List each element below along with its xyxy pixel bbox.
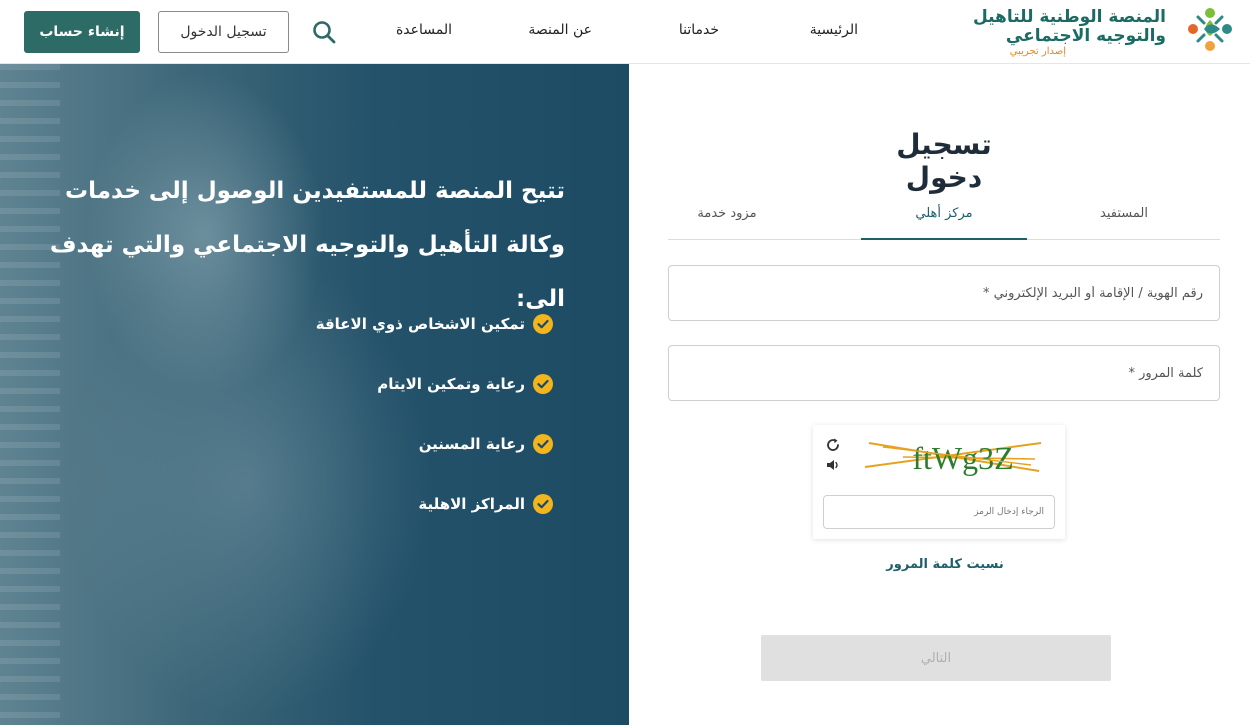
check-circle-icon [533,494,553,514]
register-button[interactable]: إنشاء حساب [24,11,140,53]
check-circle-icon [533,374,553,394]
feature-label: تمكين الاشخاص ذوي الاعاقة [315,315,525,333]
nav-home[interactable]: الرئيسية [810,22,858,38]
feature-item: تمكين الاشخاص ذوي الاعاقة [316,312,553,336]
logo-mark-icon [1188,8,1232,51]
hero-panel: تتيح المنصة للمستفيدين الوصول إلى خدمات … [0,64,629,725]
captcha-image: ftWg3Z [864,440,1042,476]
captcha-code: ftWg3Z [912,440,1013,476]
captcha-input[interactable] [823,495,1055,529]
tab-beneficiary[interactable]: المستفيد [1028,192,1220,240]
logo-title-line2: والتوجيه الاجتماعي [1005,26,1166,46]
check-circle-icon [533,434,553,454]
tab-service-provider[interactable]: مزود خدمة [668,192,786,240]
tab-label: مركز أهلي [915,206,973,221]
id-input[interactable] [669,266,1219,320]
login-title: تسجيل دخول [896,128,992,194]
feature-label: رعاية وتمكين الايتام [377,375,525,393]
check-circle-icon [533,314,553,334]
feature-label: رعاية المسنين [418,435,525,453]
beta-badge: إصدار تجريبي [1009,46,1066,57]
next-button[interactable]: التالي [761,635,1111,681]
login-button[interactable]: تسجيل الدخول [158,11,289,53]
hero-title: تتيح المنصة للمستفيدين الوصول إلى خدمات … [49,178,565,312]
nav-help[interactable]: المساعدة [396,22,452,38]
tab-private-center[interactable]: مركز أهلي [861,192,1027,240]
speaker-icon[interactable] [825,457,841,473]
password-field[interactable] [668,345,1220,401]
id-field[interactable] [668,265,1220,321]
user-type-tabs: المستفيد مركز أهلي مزود خدمة [668,192,1220,240]
search-icon[interactable] [310,18,338,46]
nav-services[interactable]: خدماتنا [679,22,719,38]
password-input[interactable] [669,346,1219,400]
forgot-password-link[interactable]: نسيت كلمة المرور [870,557,1020,572]
captcha-widget: ftWg3Z [813,425,1065,539]
tab-label: المستفيد [1100,206,1148,221]
feature-item: رعاية وتمكين الايتام [377,372,553,396]
feature-item: رعاية المسنين [419,432,553,456]
logo-title-line1: المنصة الوطنية للتاهيل [972,7,1166,27]
top-header: المنصة الوطنية للتاهيل والتوجيه الاجتماع… [0,0,1250,64]
feature-item: المراكز الاهلية [418,492,553,516]
feature-label: المراكز الاهلية [418,495,525,513]
tab-label: مزود خدمة [697,206,757,221]
nav-about[interactable]: عن المنصة [528,22,592,38]
refresh-icon[interactable] [825,437,841,453]
platform-logo[interactable]: المنصة الوطنية للتاهيل والتوجيه الاجتماع… [973,0,1236,64]
